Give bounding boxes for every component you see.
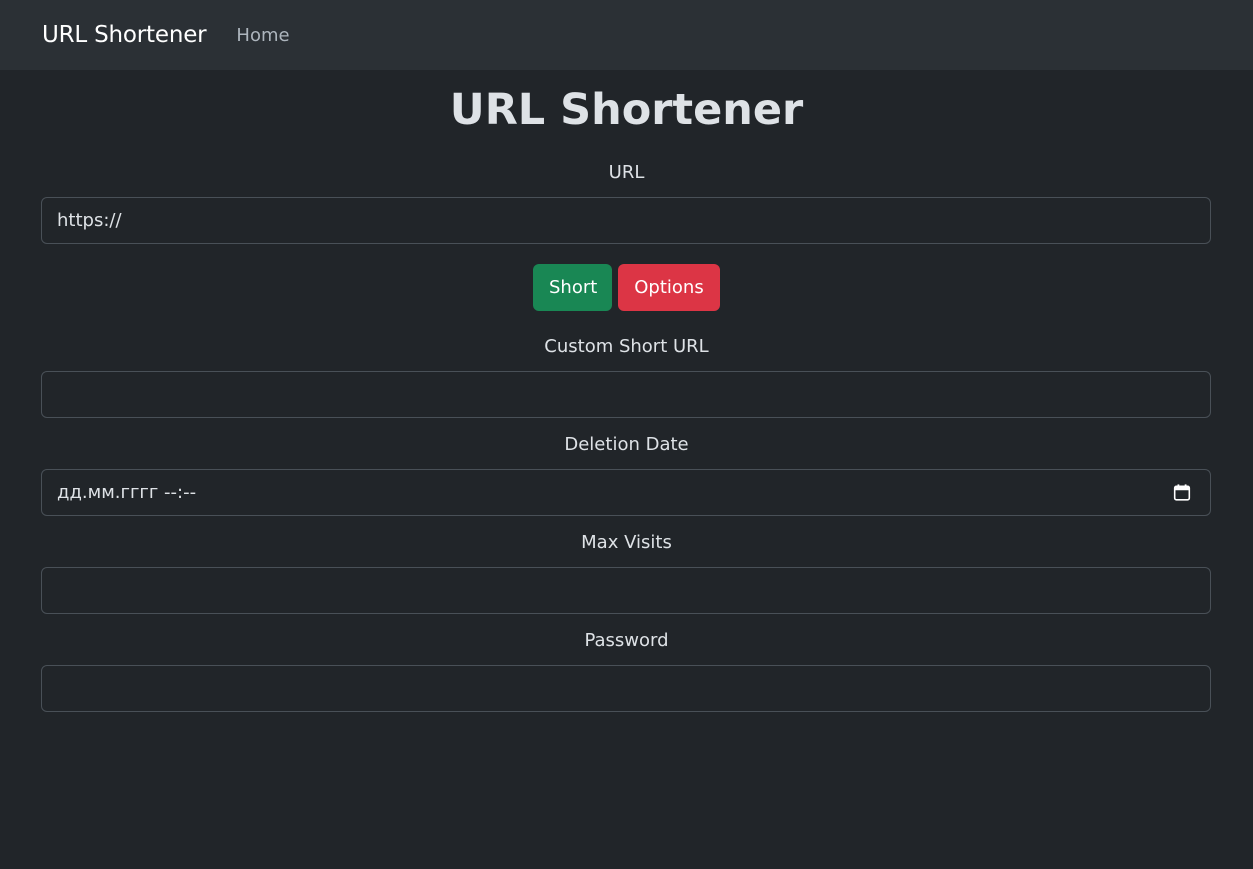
deletion-date-input[interactable]: дд.мм.гггг --:-- [41,469,1211,516]
navbar: URL Shortener Home [0,0,1253,70]
page-title: URL Shortener [449,85,804,135]
deletion-date-value: дд.мм.гггг --:-- [57,482,197,503]
url-label: URL [608,162,645,183]
options-button[interactable]: Options [618,264,720,311]
calendar-icon[interactable] [1173,483,1191,502]
action-buttons: Short Options [41,264,1212,311]
custom-short-url-label: Custom Short URL [544,336,709,357]
deletion-date-label: Deletion Date [564,434,689,455]
custom-short-url-input[interactable] [41,371,1211,418]
nav-link-home[interactable]: Home [236,25,289,46]
password-input[interactable] [41,665,1211,712]
max-visits-label: Max Visits [581,532,672,553]
main-content: URL Shortener URL https:// Short Options… [0,70,1253,712]
max-visits-input[interactable] [41,567,1211,614]
url-input[interactable]: https:// [41,197,1211,244]
password-label: Password [584,630,669,651]
short-button[interactable]: Short [533,264,612,311]
navbar-brand[interactable]: URL Shortener [42,22,207,48]
